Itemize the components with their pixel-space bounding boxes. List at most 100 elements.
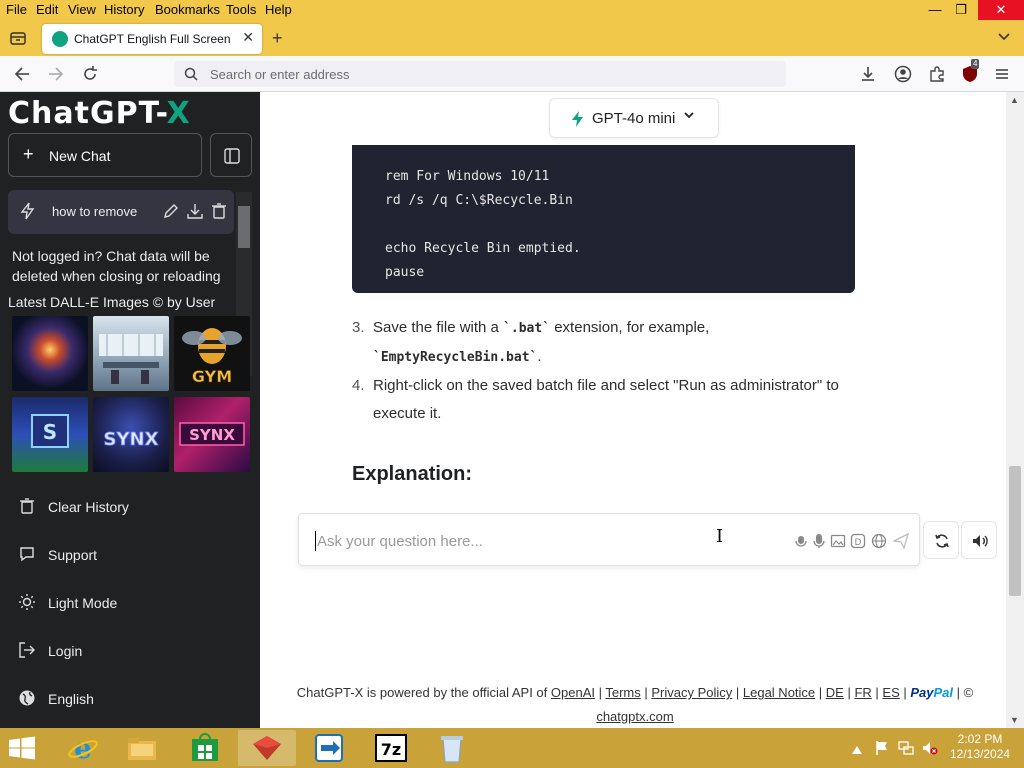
app-logo: ChatGPT-X [8,96,191,131]
scroll-up-icon[interactable]: ▲ [1010,95,1019,105]
page-scrollbar[interactable]: ▲ ▼ [1006,92,1024,728]
scrollbar-thumb[interactable] [238,206,250,248]
windows-taskbar: e 7z 2:02 PM 12/13/2024 [0,728,1024,768]
taskbar-store-icon[interactable] [177,730,235,766]
footer-link-es[interactable]: ES [882,685,899,700]
footer-link-domain[interactable]: chatgptx.com [596,709,673,724]
list-item: 4. Right-click on the saved batch file a… [352,372,872,428]
toggle-sidebar-button[interactable] [210,133,252,177]
footer-link-legal[interactable]: Legal Notice [743,685,815,700]
tray-network-icon[interactable] [898,740,914,756]
edit-pencil-icon[interactable] [162,202,180,220]
section-heading: Explanation: [352,463,473,485]
taskbar-7zip-icon[interactable]: 7z [362,730,420,766]
forward-arrow-icon[interactable] [46,64,66,84]
web-search-globe-icon[interactable] [871,533,887,549]
back-arrow-icon[interactable] [12,64,32,84]
dalle-image-synx-1[interactable]: S [12,397,88,472]
dalle-image-gym-bee[interactable]: GYM [174,316,250,391]
language-button[interactable]: English [18,687,238,711]
send-icon[interactable] [891,532,910,550]
paypal-logo[interactable]: PayPal [910,685,953,700]
image-upload-icon[interactable] [830,533,846,549]
page-scrollbar-thumb[interactable] [1009,466,1021,596]
menu-tools[interactable]: Tools [226,2,256,17]
speaker-toggle-button[interactable] [961,521,997,559]
tray-speaker-muted-icon[interactable] [922,740,938,756]
menu-file[interactable]: File [6,2,27,17]
mouse-ibeam-cursor: I [716,526,724,547]
reload-icon[interactable] [80,64,100,84]
footer-link-fr[interactable]: FR [854,685,871,700]
footer-link-openai[interactable]: OpenAI [551,685,595,700]
account-icon[interactable] [893,64,913,84]
login-icon [18,641,36,659]
menu-history[interactable]: History [104,2,144,17]
light-mode-label: Light Mode [48,595,118,611]
close-tab-icon[interactable]: ✕ [242,29,254,46]
chat-input-box[interactable]: Ask your question here... D [298,513,920,566]
address-input[interactable] [210,64,770,84]
model-label: GPT-4o mini [592,110,676,127]
footer-link-privacy[interactable]: Privacy Policy [651,685,732,700]
menu-edit[interactable]: Edit [36,2,58,17]
menu-view[interactable]: View [68,2,96,17]
windows-start-icon[interactable] [8,736,36,765]
taskbar-internet-explorer-icon[interactable]: e [54,730,112,766]
clear-history-button[interactable]: Clear History [18,495,238,519]
tray-show-hidden-icon[interactable] [851,742,867,758]
new-chat-button[interactable]: + New Chat [8,133,202,177]
menu-help[interactable]: Help [265,2,292,17]
speaker-icon [973,535,988,547]
tab-bar: ChatGPT English Full Screen | X ✕ + [0,20,1024,56]
tab-list-icon[interactable] [8,28,28,48]
dalle-image-synx-banner[interactable]: SYNX [174,397,250,472]
footer-link-terms[interactable]: Terms [605,685,640,700]
taskbar-recycle-bin-icon[interactable] [423,730,481,766]
microphone-small-icon[interactable] [793,533,809,549]
menu-bookmarks[interactable]: Bookmarks [155,2,220,17]
plus-icon: + [23,144,34,164]
download-icon[interactable] [858,64,878,84]
scroll-down-icon[interactable]: ▼ [1010,715,1019,725]
hamburger-menu-icon[interactable] [992,64,1012,84]
new-chat-label: New Chat [49,148,111,164]
footer-link-de[interactable]: DE [826,685,844,700]
dalle-image-gym-interior[interactable] [93,316,169,391]
chat-history-item[interactable]: how to remove [8,190,234,234]
chat-bubble-icon [18,545,36,563]
taskbar-file-explorer-icon[interactable] [113,730,171,766]
regenerate-button[interactable] [923,521,959,559]
tray-flag-icon[interactable] [874,740,890,756]
taskbar-file-transfer-icon[interactable] [300,730,358,766]
instruction-list: 3. Save the file with a `.bat` extension… [352,314,872,428]
gym-logo-text: GYM [192,367,232,386]
svg-text:e: e [74,733,92,763]
tab-chatgpt[interactable]: ChatGPT English Full Screen | X ✕ [42,24,262,54]
text-caret [315,531,316,551]
chat-item-title: how to remove [52,204,138,219]
address-bar[interactable] [174,61,786,87]
new-tab-button[interactable]: + [272,28,283,48]
sidebar-panel-icon [224,148,240,164]
dalle-image-synx-2[interactable]: SYNX [93,397,169,472]
bolt-icon [20,202,36,225]
chevron-down-icon[interactable] [996,28,1012,44]
login-button[interactable]: Login [18,639,238,663]
microphone-icon[interactable] [811,533,827,549]
dalle-image-planet[interactable] [12,316,88,391]
close-window-button[interactable]: ✕ [978,0,1024,20]
chatgpt-favicon-icon [52,31,68,47]
nav-bar: 4 [0,56,1024,92]
taskbar-clock[interactable]: 2:02 PM 12/13/2024 [950,732,1010,762]
delete-chat-icon[interactable] [210,202,228,220]
model-selector-button[interactable]: GPT-4o mini [549,98,719,138]
page-footer: ChatGPT-X is powered by the official API… [296,685,974,724]
support-button[interactable]: Support [18,543,238,567]
download-chat-icon[interactable] [186,202,204,220]
dalle-d-icon[interactable]: D [850,533,866,549]
sun-icon [18,593,36,611]
light-mode-button[interactable]: Light Mode [18,591,238,615]
extensions-puzzle-icon[interactable] [927,64,947,84]
taskbar-red-app-icon[interactable] [238,730,296,766]
